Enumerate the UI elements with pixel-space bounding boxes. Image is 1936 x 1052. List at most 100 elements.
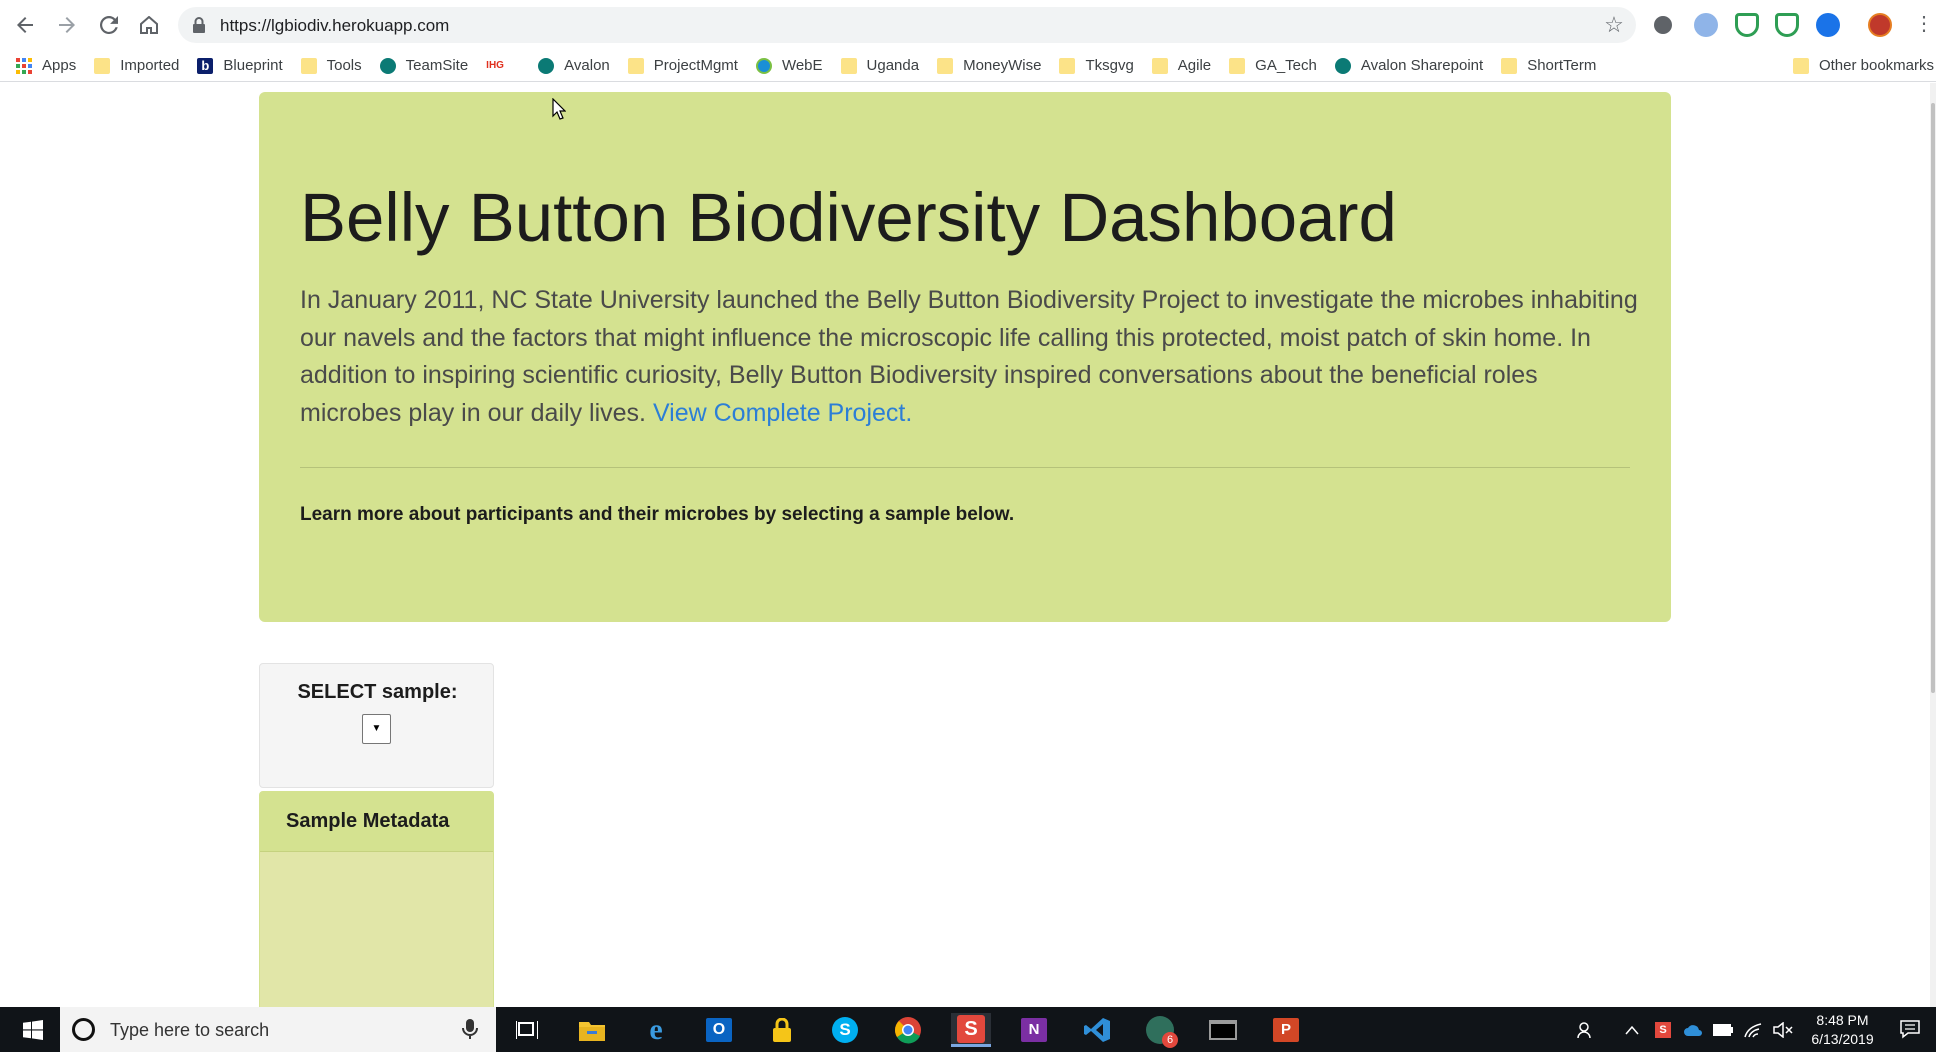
search-extension-icon[interactable] bbox=[1816, 13, 1840, 37]
home-button[interactable] bbox=[134, 10, 164, 40]
ihg-icon: IHG bbox=[486, 59, 504, 71]
shield-check-extension-icon[interactable] bbox=[1775, 13, 1799, 37]
sample-selector-well: SELECT sample: ▼ bbox=[259, 663, 494, 788]
bookmark-label: GA_Tech bbox=[1255, 57, 1317, 74]
bookmark-moneywise[interactable]: MoneyWise bbox=[937, 57, 1041, 74]
extension-circle-icon[interactable] bbox=[1654, 16, 1672, 34]
tray-snagit[interactable]: S bbox=[1652, 1007, 1674, 1052]
webe-icon bbox=[755, 57, 772, 74]
address-bar[interactable]: https://lgbiodiv.herokuapp.com ☆ bbox=[178, 7, 1636, 43]
page-viewport: Belly Button Biodiversity Dashboard In J… bbox=[0, 83, 1936, 1007]
bookmark-imported[interactable]: Imported bbox=[94, 57, 179, 74]
url-text[interactable]: https://lgbiodiv.herokuapp.com bbox=[220, 16, 449, 36]
taskbar-search-box[interactable]: Type here to search bbox=[60, 1007, 496, 1052]
bookmark-uganda[interactable]: Uganda bbox=[840, 57, 919, 74]
action-center-icon[interactable] bbox=[1900, 1019, 1920, 1039]
start-button[interactable] bbox=[8, 1007, 58, 1052]
taskbar-outlook[interactable]: O bbox=[699, 1013, 739, 1047]
bookmark-webe[interactable]: WebE bbox=[755, 57, 823, 74]
jumbotron: Belly Button Biodiversity Dashboard In J… bbox=[259, 92, 1671, 622]
folder-icon bbox=[840, 57, 857, 74]
scrollbar-thumb[interactable] bbox=[1931, 103, 1935, 693]
bookmark-label: Blueprint bbox=[223, 57, 283, 74]
cortana-circle-icon bbox=[72, 1018, 95, 1041]
taskbar-terminal[interactable] bbox=[1203, 1013, 1243, 1047]
tray-overflow-button[interactable] bbox=[1622, 1007, 1642, 1052]
bookmark-label: ProjectMgmt bbox=[653, 57, 738, 74]
tray-battery[interactable] bbox=[1712, 1007, 1734, 1052]
taskbar-onenote[interactable]: N bbox=[1014, 1013, 1054, 1047]
view-project-link[interactable]: View Complete Project. bbox=[653, 399, 912, 427]
menu-more-icon[interactable]: ⋮ bbox=[1914, 12, 1934, 36]
arrow-left-icon bbox=[17, 17, 33, 33]
panel-title: Sample Metadata bbox=[286, 810, 450, 832]
folder-icon bbox=[1059, 57, 1076, 74]
apps-grid-icon bbox=[16, 57, 32, 74]
folder-icon bbox=[937, 57, 954, 74]
taskbar-lock-app[interactable] bbox=[762, 1013, 802, 1047]
bookmark-agile[interactable]: Agile bbox=[1151, 57, 1212, 74]
sample-select-dropdown[interactable]: ▼ bbox=[362, 714, 391, 744]
sharepoint-icon bbox=[1334, 57, 1351, 74]
wifi-icon bbox=[1744, 1022, 1762, 1037]
people-icon bbox=[1577, 1021, 1591, 1038]
cloud-icon bbox=[1684, 1024, 1702, 1036]
taskbar-vscode[interactable] bbox=[1077, 1013, 1117, 1047]
outlook-icon: O bbox=[706, 1018, 732, 1042]
powerpoint-icon: P bbox=[1273, 1018, 1299, 1042]
back-button[interactable] bbox=[10, 10, 40, 40]
taskbar-snagit[interactable]: S bbox=[951, 1013, 991, 1047]
bookmark-ihg[interactable]: IHG bbox=[486, 58, 520, 74]
taskbar-internet-explorer[interactable]: e bbox=[636, 1013, 676, 1047]
tray-volume[interactable] bbox=[1772, 1007, 1794, 1052]
forward-button[interactable] bbox=[52, 10, 82, 40]
sharepoint-icon bbox=[538, 57, 555, 74]
extension-swirl-icon[interactable] bbox=[1694, 13, 1718, 37]
bookmark-label: ShortTerm bbox=[1527, 57, 1597, 74]
bookmark-teamsite[interactable]: TeamSite bbox=[379, 57, 469, 74]
taskbar: Type here to search e O S S N 6 P S 8:48… bbox=[0, 1007, 1936, 1052]
snagit-tray-icon: S bbox=[1655, 1021, 1671, 1038]
taskbar-powerpoint[interactable]: P bbox=[1266, 1013, 1306, 1047]
reload-button[interactable] bbox=[94, 10, 124, 40]
chrome-icon bbox=[894, 1017, 921, 1044]
tray-onedrive[interactable] bbox=[1682, 1007, 1704, 1052]
bookmark-avalon[interactable]: Avalon bbox=[538, 57, 610, 74]
bookmark-ga-tech[interactable]: GA_Tech bbox=[1229, 57, 1317, 74]
bookmark-shortterm[interactable]: ShortTerm bbox=[1501, 57, 1596, 74]
task-view-button[interactable] bbox=[507, 1013, 547, 1047]
bookmark-label: TeamSite bbox=[405, 57, 469, 74]
bookmark-star-icon[interactable]: ☆ bbox=[1602, 13, 1626, 37]
internet-explorer-icon: e bbox=[649, 1013, 663, 1046]
tray-wifi[interactable] bbox=[1742, 1007, 1764, 1052]
bookmark-label: Tksgvg bbox=[1085, 57, 1134, 74]
people-button[interactable] bbox=[1574, 1007, 1598, 1052]
shield-extension-icon[interactable] bbox=[1735, 13, 1759, 37]
bookmark-label: WebE bbox=[781, 57, 823, 74]
bookmark-tksgvg[interactable]: Tksgvg bbox=[1059, 57, 1134, 74]
dropdown-arrow-icon: ▼ bbox=[371, 723, 382, 734]
clock-date: 6/13/2019 bbox=[1811, 1031, 1874, 1047]
bookmark-blueprint[interactable]: b Blueprint bbox=[197, 57, 283, 74]
taskbar-chrome[interactable] bbox=[888, 1013, 928, 1047]
bookmark-label: Agile bbox=[1177, 57, 1212, 74]
file-explorer-icon bbox=[579, 1022, 605, 1041]
bookmark-label: Avalon Sharepoint bbox=[1360, 57, 1484, 74]
bookmark-tools[interactable]: Tools bbox=[300, 57, 362, 74]
system-clock[interactable]: 8:48 PM 6/13/2019 bbox=[1795, 1011, 1890, 1049]
snagit-icon: S bbox=[957, 1014, 985, 1043]
bookmark-projectmgmt[interactable]: ProjectMgmt bbox=[627, 57, 738, 74]
profile-avatar-icon[interactable] bbox=[1868, 13, 1892, 37]
clock-time: 8:48 PM bbox=[1816, 1012, 1869, 1028]
taskbar-skype[interactable]: S bbox=[825, 1013, 865, 1047]
bookmark-avalon-sharepoint[interactable]: Avalon Sharepoint bbox=[1334, 57, 1484, 74]
microphone-icon[interactable] bbox=[460, 1018, 480, 1040]
bookmark-apps[interactable]: Apps bbox=[16, 57, 76, 74]
mouse-cursor-icon bbox=[552, 98, 566, 120]
windows-logo-icon bbox=[23, 1019, 43, 1040]
taskbar-file-explorer[interactable] bbox=[572, 1013, 612, 1047]
taskbar-notification-app[interactable]: 6 bbox=[1140, 1013, 1180, 1048]
bookmark-label: Apps bbox=[42, 57, 77, 74]
other-bookmarks[interactable]: Other bookmarks bbox=[1792, 57, 1934, 74]
home-icon bbox=[140, 16, 158, 34]
